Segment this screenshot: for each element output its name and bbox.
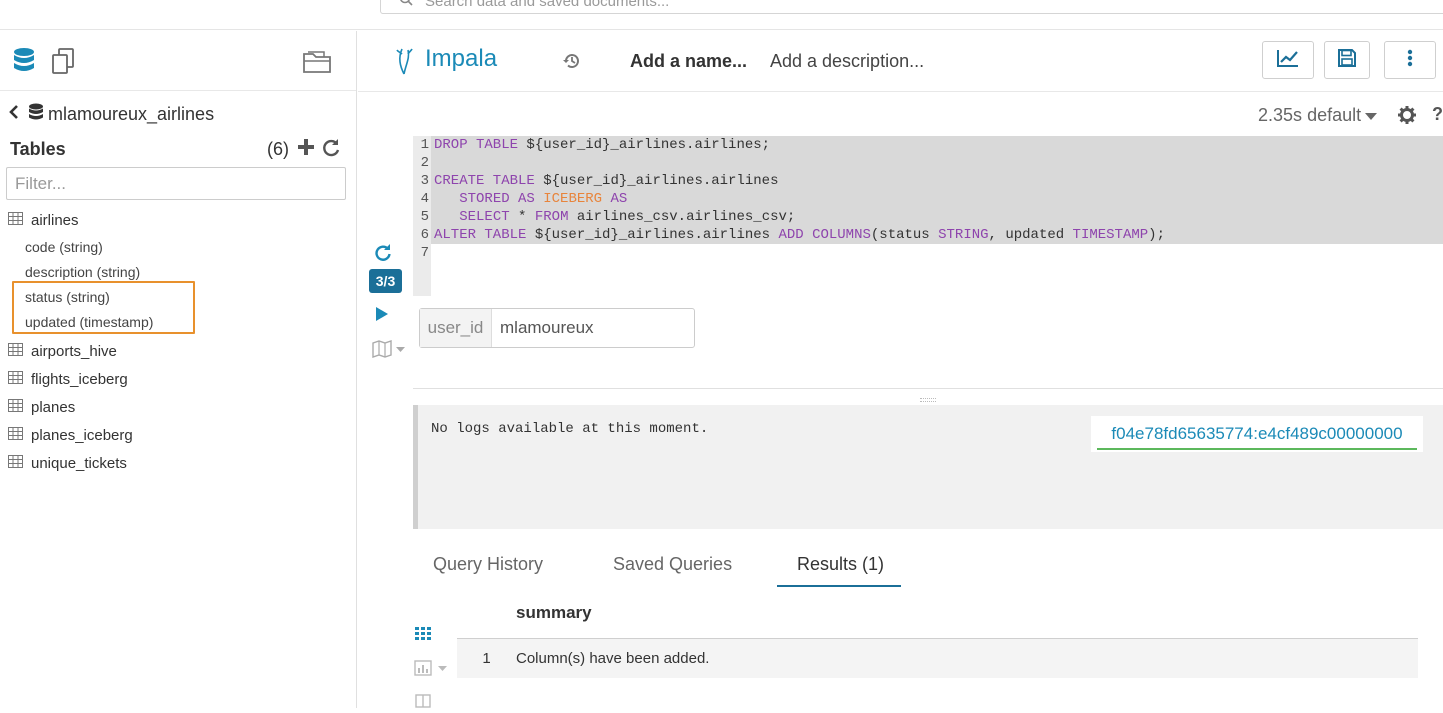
table-item-unique-tickets[interactable]: unique_tickets [0,449,357,477]
parameter-user-id[interactable]: user_id mlamoureux [419,308,695,348]
settings-gear-icon[interactable] [1398,106,1416,129]
logs-panel: No logs available at this moment. f04e78… [413,405,1443,529]
query-id-text: f04e78fd65635774:e4cf489c00000000 [1111,424,1403,443]
caret-down-icon [1365,105,1378,126]
left-assist-panel: mlamoureux_airlines Tables (6) airlines … [0,31,357,708]
table-name: airports_hive [31,342,117,360]
engine-title: Impala [425,45,498,72]
code-line: 3 CREATE TABLE ${user_id}_airlines.airlin… [420,173,779,189]
table-item-planes-iceberg[interactable]: planes_iceberg [0,421,357,449]
table-grid-icon [8,211,23,229]
code-line: 6 ALTER TABLE ${user_id}_airlines.airline… [420,227,1165,243]
database-selector[interactable]: default [1307,105,1361,126]
result-tabs: Query History Saved Queries Results (1) [413,540,1443,588]
column-label: code (string) [25,238,103,255]
database-stack-icon[interactable] [12,47,36,80]
tab-saved-queries[interactable]: Saved Queries [613,554,732,575]
tab-results[interactable]: Results (1) [797,554,884,575]
code-line: 5 SELECT * FROM airlines_csv.airlines_cs… [420,209,796,225]
table-name: planes [31,398,76,416]
assist-panel-header [0,31,356,91]
add-table-plus-icon[interactable] [297,138,315,161]
tables-section-header: Tables (6) [10,137,345,161]
refresh-icon[interactable] [321,138,341,163]
parameter-name: user_id [420,309,492,347]
execution-info[interactable]: 2.35s default [1258,105,1378,126]
sql-editor[interactable]: 1 DROP TABLE ${user_id}_airlines.airlines… [413,136,1443,296]
query-id-link[interactable]: f04e78fd65635774:e4cf489c00000000 [1091,416,1423,452]
map-dropdown-icon[interactable] [372,340,408,363]
table-filter-input[interactable] [6,167,346,200]
table-grid-icon [8,398,23,416]
parameter-value-input[interactable]: mlamoureux [492,309,694,347]
table-name: flights_iceberg [31,370,128,388]
column-label: description (string) [25,263,141,280]
back-chevron-icon[interactable] [8,104,20,125]
bar-chart-dropdown-icon[interactable] [414,660,450,681]
statement-counter-badge: 3/3 [369,269,402,293]
editor-header: Impala Add a name... Add a description..… [358,31,1443,92]
row-index: 1 [482,650,491,667]
documents-icon[interactable] [50,47,76,80]
more-options-button[interactable] [1384,41,1436,79]
folder-icon[interactable] [302,48,332,79]
code-line: 7 [420,245,429,261]
active-tab-indicator [777,585,901,587]
database-name: mlamoureux_airlines [48,104,215,124]
result-column-header: summary [516,603,592,622]
search-icon [399,0,413,11]
new-columns-highlight [12,281,195,334]
database-icon [28,103,44,126]
column-item-code[interactable]: code (string) [0,234,357,259]
table-item-flights-iceberg[interactable]: flights_iceberg [0,365,357,393]
global-search-placeholder: Search data and saved documents... [425,0,670,10]
query-id-underline [1097,448,1417,450]
code-line: 1 DROP TABLE ${user_id}_airlines.airlines… [420,137,771,153]
save-icon [1338,48,1356,72]
code-line: 2 [420,155,429,171]
vertical-ellipsis-icon [1407,49,1413,72]
table-grid-icon [8,426,23,444]
chart-button[interactable] [1262,41,1314,79]
tab-query-history[interactable]: Query History [433,554,543,575]
logs-message: No logs available at this moment. [431,421,709,437]
database-breadcrumb[interactable]: mlamoureux_airlines [8,103,214,126]
table-name: unique_tickets [31,454,127,472]
code-line: 4 STORED AS ICEBERG AS [420,191,628,207]
table-row: 1 Column(s) have been added. [457,639,1418,678]
grid-view-icon[interactable] [415,627,431,646]
query-description-field[interactable]: Add a description... [770,51,924,72]
global-search-input[interactable]: Search data and saved documents... [380,0,1443,14]
execute-play-icon[interactable] [375,306,389,327]
table-name: planes_iceberg [31,426,133,444]
history-icon[interactable] [562,51,582,76]
columns-icon[interactable] [415,694,431,713]
help-icon[interactable]: ? [1432,104,1443,125]
impala-logo-icon [394,46,414,81]
table-grid-icon [8,454,23,472]
table-item-airports-hive[interactable]: airports_hive [0,337,357,365]
save-button[interactable] [1324,41,1370,79]
rerun-icon[interactable] [374,244,392,267]
table-name: airlines [31,211,79,229]
line-chart-icon [1277,49,1299,72]
row-value: Column(s) have been added. [516,650,710,667]
table-tree: airlines code (string) description (stri… [0,206,357,477]
code-lines: 1 DROP TABLE ${user_id}_airlines.airlines… [413,136,1165,262]
execution-time: 2.35s [1258,105,1303,125]
table-grid-icon [8,370,23,388]
editor-divider [413,388,1443,389]
tables-count: (6) [267,138,289,159]
table-item-planes[interactable]: planes [0,393,357,421]
resize-handle[interactable] [920,398,936,402]
table-item-airlines[interactable]: airlines [0,206,357,234]
top-bar: Search data and saved documents... [0,0,1443,30]
table-grid-icon [8,342,23,360]
query-name-field[interactable]: Add a name... [630,51,747,72]
tables-label: Tables [10,138,66,159]
